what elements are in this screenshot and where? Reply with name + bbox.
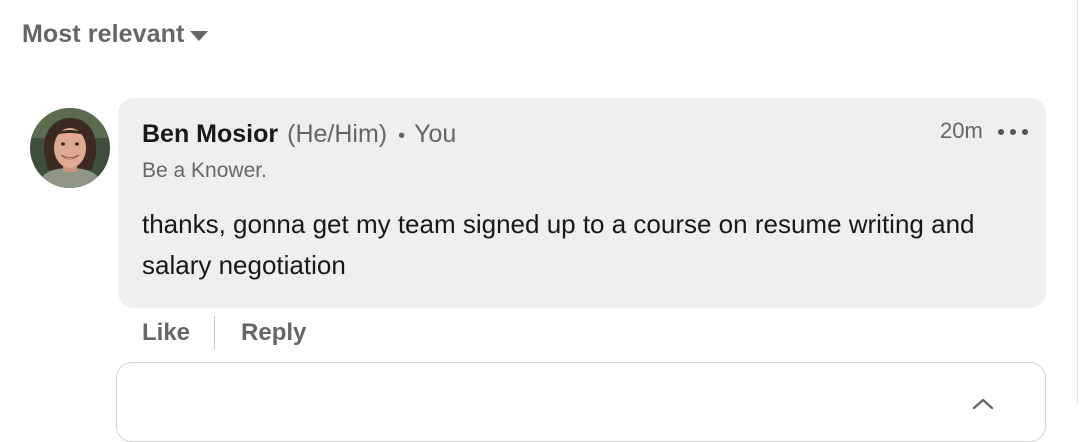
more-options-icon[interactable] <box>998 124 1028 140</box>
author-pronouns: (He/Him) <box>287 120 388 148</box>
author-relation: You <box>414 120 457 148</box>
author-name[interactable]: Ben Mosior <box>142 120 278 149</box>
comment-bubble: Ben Mosior (He/Him) • You Be a Knower. 2… <box>118 98 1046 308</box>
more-dot <box>1022 129 1028 135</box>
comment-text: thanks, gonna get my team signed up to a… <box>142 209 975 280</box>
caret-down-icon <box>190 30 209 41</box>
comment-timestamp: 20m <box>940 118 983 143</box>
author-headline: Be a Knower. <box>142 159 267 182</box>
reply-button[interactable]: Reply <box>241 319 306 347</box>
sort-label: Most relevant <box>22 20 185 48</box>
avatar[interactable] <box>30 108 110 188</box>
author-line: Ben Mosior (He/Him) • You <box>142 120 456 149</box>
like-button[interactable]: Like <box>142 319 190 347</box>
chevrons-icon[interactable] <box>971 397 995 411</box>
more-dot <box>1010 129 1016 135</box>
more-dot <box>998 129 1004 135</box>
reply-input-box[interactable] <box>116 362 1046 442</box>
panel-right-border <box>1077 0 1078 404</box>
sort-dropdown[interactable]: Most relevant <box>22 20 209 49</box>
action-divider <box>214 316 216 350</box>
comment-actions: Like Reply <box>142 316 306 350</box>
separator-dot: • <box>398 125 406 147</box>
